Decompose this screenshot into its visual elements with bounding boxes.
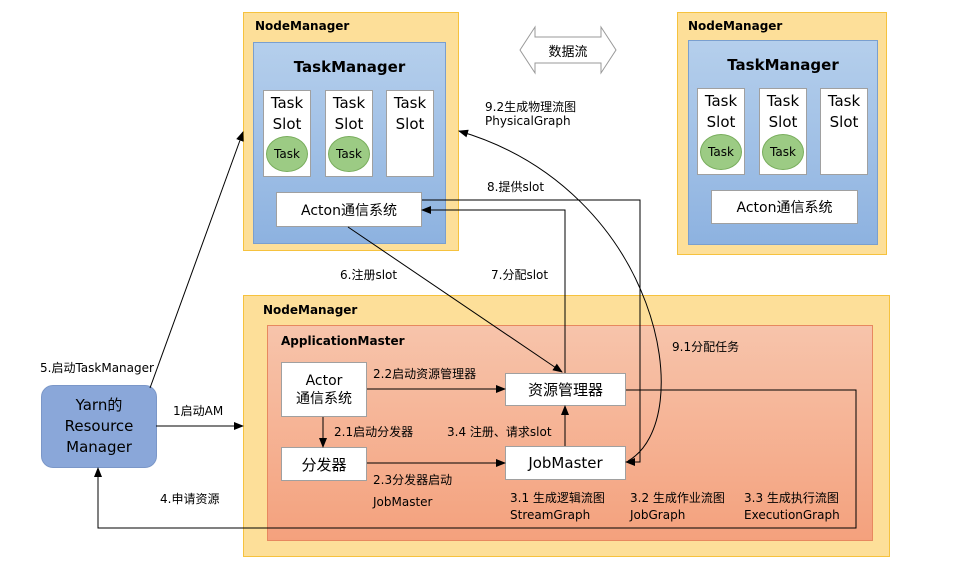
arrow-register-slot: [347, 226, 563, 373]
label-1: 1启动AM: [173, 404, 224, 418]
label-5: 5.启动TaskManager: [40, 361, 154, 375]
label-8: 8.提供slot: [487, 180, 545, 194]
label-3-1-en: StreamGraph: [510, 508, 591, 522]
dataflow-label: 数据流: [548, 45, 588, 60]
label-3-1: 3.1 生成逻辑流图: [510, 491, 605, 505]
arrow-start-taskmanager: [149, 131, 244, 389]
label-6: 6.注册slot: [340, 268, 398, 282]
label-3-3-en: ExecutionGraph: [744, 508, 840, 522]
label-4: 4.申请资源: [160, 492, 220, 506]
label-9-2: 9.2生成物理流图: [485, 100, 577, 114]
label-3-2-en: JobGraph: [630, 508, 686, 522]
label-3-2: 3.2 生成作业流图: [630, 491, 725, 505]
label-2-2: 2.2启动资源管理器: [373, 367, 477, 381]
label-3-3: 3.3 生成执行流图: [744, 491, 839, 505]
label-9-1: 9.1分配任务: [672, 340, 740, 354]
label-9-2-en: PhysicalGraph: [485, 114, 571, 128]
label-2-3: 2.3分发器启动: [373, 473, 453, 487]
label-7: 7.分配slot: [491, 268, 549, 282]
connectors: [94, 25, 857, 529]
label-3-4: 3.4 注册、请求slot: [447, 425, 552, 439]
label-2-3-en: JobMaster: [373, 495, 433, 509]
label-2-1: 2.1启动分发器: [334, 425, 414, 439]
